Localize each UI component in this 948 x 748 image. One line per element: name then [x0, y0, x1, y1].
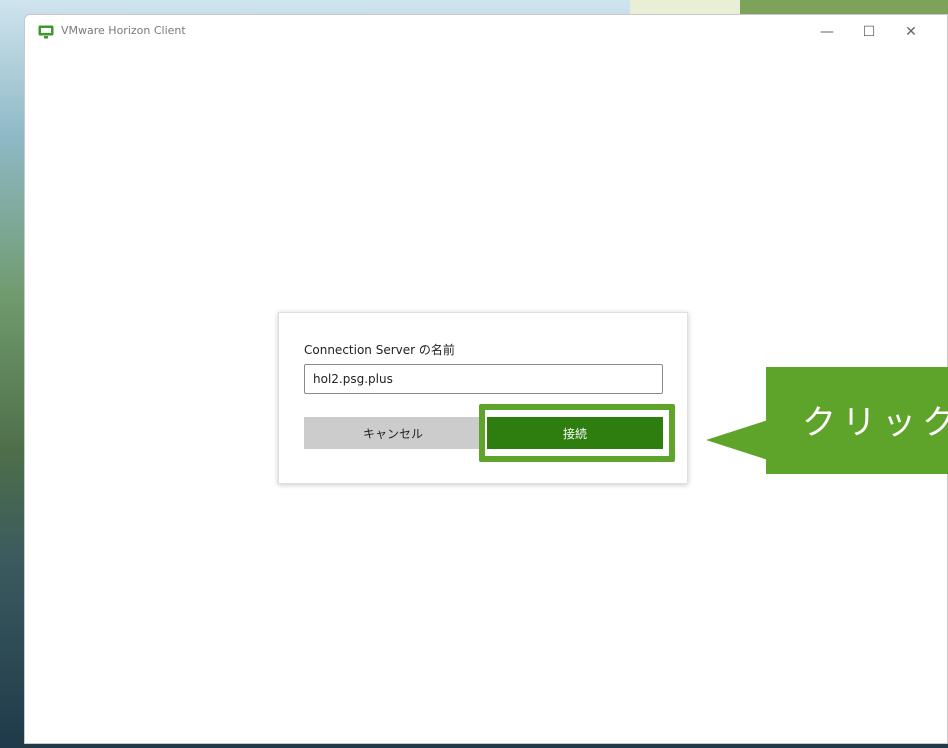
maximize-button[interactable]: ☐: [852, 21, 886, 43]
window-title: VMware Horizon Client: [61, 24, 186, 37]
horizon-client-icon: [38, 25, 54, 39]
connection-server-dialog: Connection Server の名前 キャンセル 接続: [278, 312, 688, 484]
click-callout: クリック: [766, 367, 948, 474]
connection-server-input[interactable]: [304, 364, 663, 394]
connect-button[interactable]: 接続: [487, 417, 663, 449]
connection-server-label: Connection Server の名前: [304, 343, 455, 357]
callout-text: クリック: [802, 403, 948, 443]
minimize-button[interactable]: —: [810, 21, 844, 43]
close-button[interactable]: ✕: [894, 21, 928, 43]
title-bar[interactable]: VMware Horizon Client — ☐ ✕: [25, 15, 947, 49]
callout-pointer-arrow: [706, 420, 768, 460]
cancel-button[interactable]: キャンセル: [304, 417, 482, 449]
desktop-top-accent-green: [740, 0, 948, 14]
